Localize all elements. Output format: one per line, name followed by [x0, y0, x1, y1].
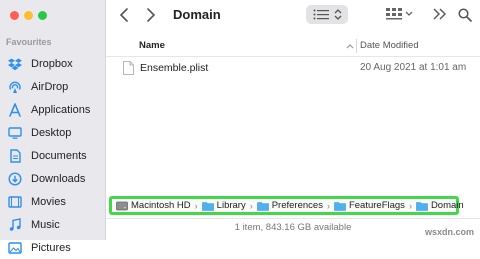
pictures-icon [7, 240, 23, 256]
status-text: 1 item, 843.16 GB available [234, 222, 352, 233]
group-button[interactable] [386, 7, 414, 21]
sidebar-item-desktop[interactable]: Desktop [0, 121, 106, 144]
path-crumb-domain[interactable]: Domain [416, 200, 464, 211]
window-controls [10, 11, 47, 20]
toolbar: Domain [106, 0, 480, 33]
column-header-date-modified[interactable]: Date Modified [360, 40, 419, 51]
sidebar-item-label: Applications [31, 103, 91, 116]
group-grid-icon [386, 8, 413, 20]
file-date-modified: 20 Aug 2021 at 1:01 am [360, 62, 467, 73]
forward-button[interactable] [146, 7, 156, 23]
sidebar-item-label: Music [31, 218, 60, 231]
sidebar-item-pictures[interactable]: Pictures [0, 236, 106, 259]
column-divider[interactable] [356, 39, 357, 53]
folder-icon [334, 201, 346, 211]
up-down-chevron-icon [334, 9, 342, 20]
path-crumb-label: Macintosh HD [131, 200, 191, 211]
applications-icon [7, 102, 23, 118]
sidebar-item-applications[interactable]: Applications [0, 98, 106, 121]
more-toolbar-button[interactable] [433, 8, 446, 20]
music-icon [7, 217, 23, 233]
column-header-row: Name Date Modified [106, 36, 480, 57]
watermark: wsxdn.com [424, 227, 474, 237]
back-button[interactable] [119, 7, 129, 23]
desktop-icon [7, 125, 23, 141]
window-title: Domain [173, 7, 221, 22]
sidebar-item-label: Movies [31, 195, 66, 208]
sidebar-item-movies[interactable]: Movies [0, 190, 106, 213]
sidebar-list: Dropbox AirDrop Applications Desktop Doc… [0, 52, 106, 259]
sort-chevron-icon[interactable] [346, 43, 354, 49]
view-mode-button[interactable] [306, 5, 348, 24]
sidebar-item-documents[interactable]: Documents [0, 144, 106, 167]
sidebar-item-downloads[interactable]: Downloads [0, 167, 106, 190]
path-separator-icon: › [194, 200, 198, 211]
dropbox-icon [7, 56, 23, 72]
downloads-icon [7, 171, 23, 187]
minimize-window-button[interactable] [24, 11, 33, 20]
path-crumb-macintosh-hd[interactable]: Macintosh HD [116, 200, 191, 211]
path-crumb-label: Domain [430, 200, 464, 211]
zoom-window-button[interactable] [38, 11, 47, 20]
folder-icon [256, 201, 269, 211]
path-crumb-label: FeatureFlags [348, 200, 405, 211]
sidebar-item-music[interactable]: Music [0, 213, 106, 236]
sidebar-item-dropbox[interactable]: Dropbox [0, 52, 106, 75]
hard-drive-icon [116, 201, 128, 211]
movies-icon [7, 194, 23, 210]
path-bar: Macintosh HD › Library › Preferences › F… [109, 196, 464, 215]
sidebar-item-label: Downloads [31, 172, 86, 185]
sidebar-item-label: Pictures [31, 241, 71, 254]
sidebar-item-label: Dropbox [31, 57, 73, 70]
search-icon [458, 8, 472, 22]
path-crumb-preferences[interactable]: Preferences [256, 200, 323, 211]
airdrop-icon [7, 79, 23, 95]
documents-icon [7, 148, 23, 164]
double-chevron-icon [433, 8, 446, 20]
sidebar-item-label: AirDrop [31, 80, 69, 93]
chevron-left-icon [119, 8, 128, 22]
sidebar-item-airdrop[interactable]: AirDrop [0, 75, 106, 98]
path-separator-icon: › [408, 200, 412, 211]
path-crumb-library[interactable]: Library [201, 200, 246, 211]
close-window-button[interactable] [10, 11, 19, 20]
column-header-name[interactable]: Name [139, 40, 165, 51]
file-row[interactable]: Ensemble.plist 20 Aug 2021 at 1:01 am [106, 59, 480, 77]
path-separator-icon: › [249, 200, 253, 211]
plist-file-icon [123, 61, 134, 75]
sidebar-item-label: Desktop [31, 126, 72, 139]
file-name: Ensemble.plist [140, 62, 209, 74]
path-crumb-label: Preferences [271, 200, 323, 211]
path-crumb-featureflags[interactable]: FeatureFlags [334, 200, 405, 211]
sidebar: Favourites Dropbox AirDrop Applications … [0, 0, 106, 254]
main-pane: Domain Name Date Modified Ensemble.plist… [106, 0, 480, 240]
list-view-icon [313, 9, 329, 20]
folder-icon [201, 201, 214, 211]
search-button[interactable] [458, 8, 472, 22]
sidebar-heading: Favourites [6, 37, 52, 47]
sidebar-item-label: Documents [31, 149, 87, 162]
status-bar: 1 item, 843.16 GB available [106, 218, 480, 241]
folder-icon [416, 201, 428, 211]
chevron-right-icon [147, 8, 156, 22]
path-crumb-label: Library [216, 200, 246, 211]
path-separator-icon: › [326, 200, 330, 211]
